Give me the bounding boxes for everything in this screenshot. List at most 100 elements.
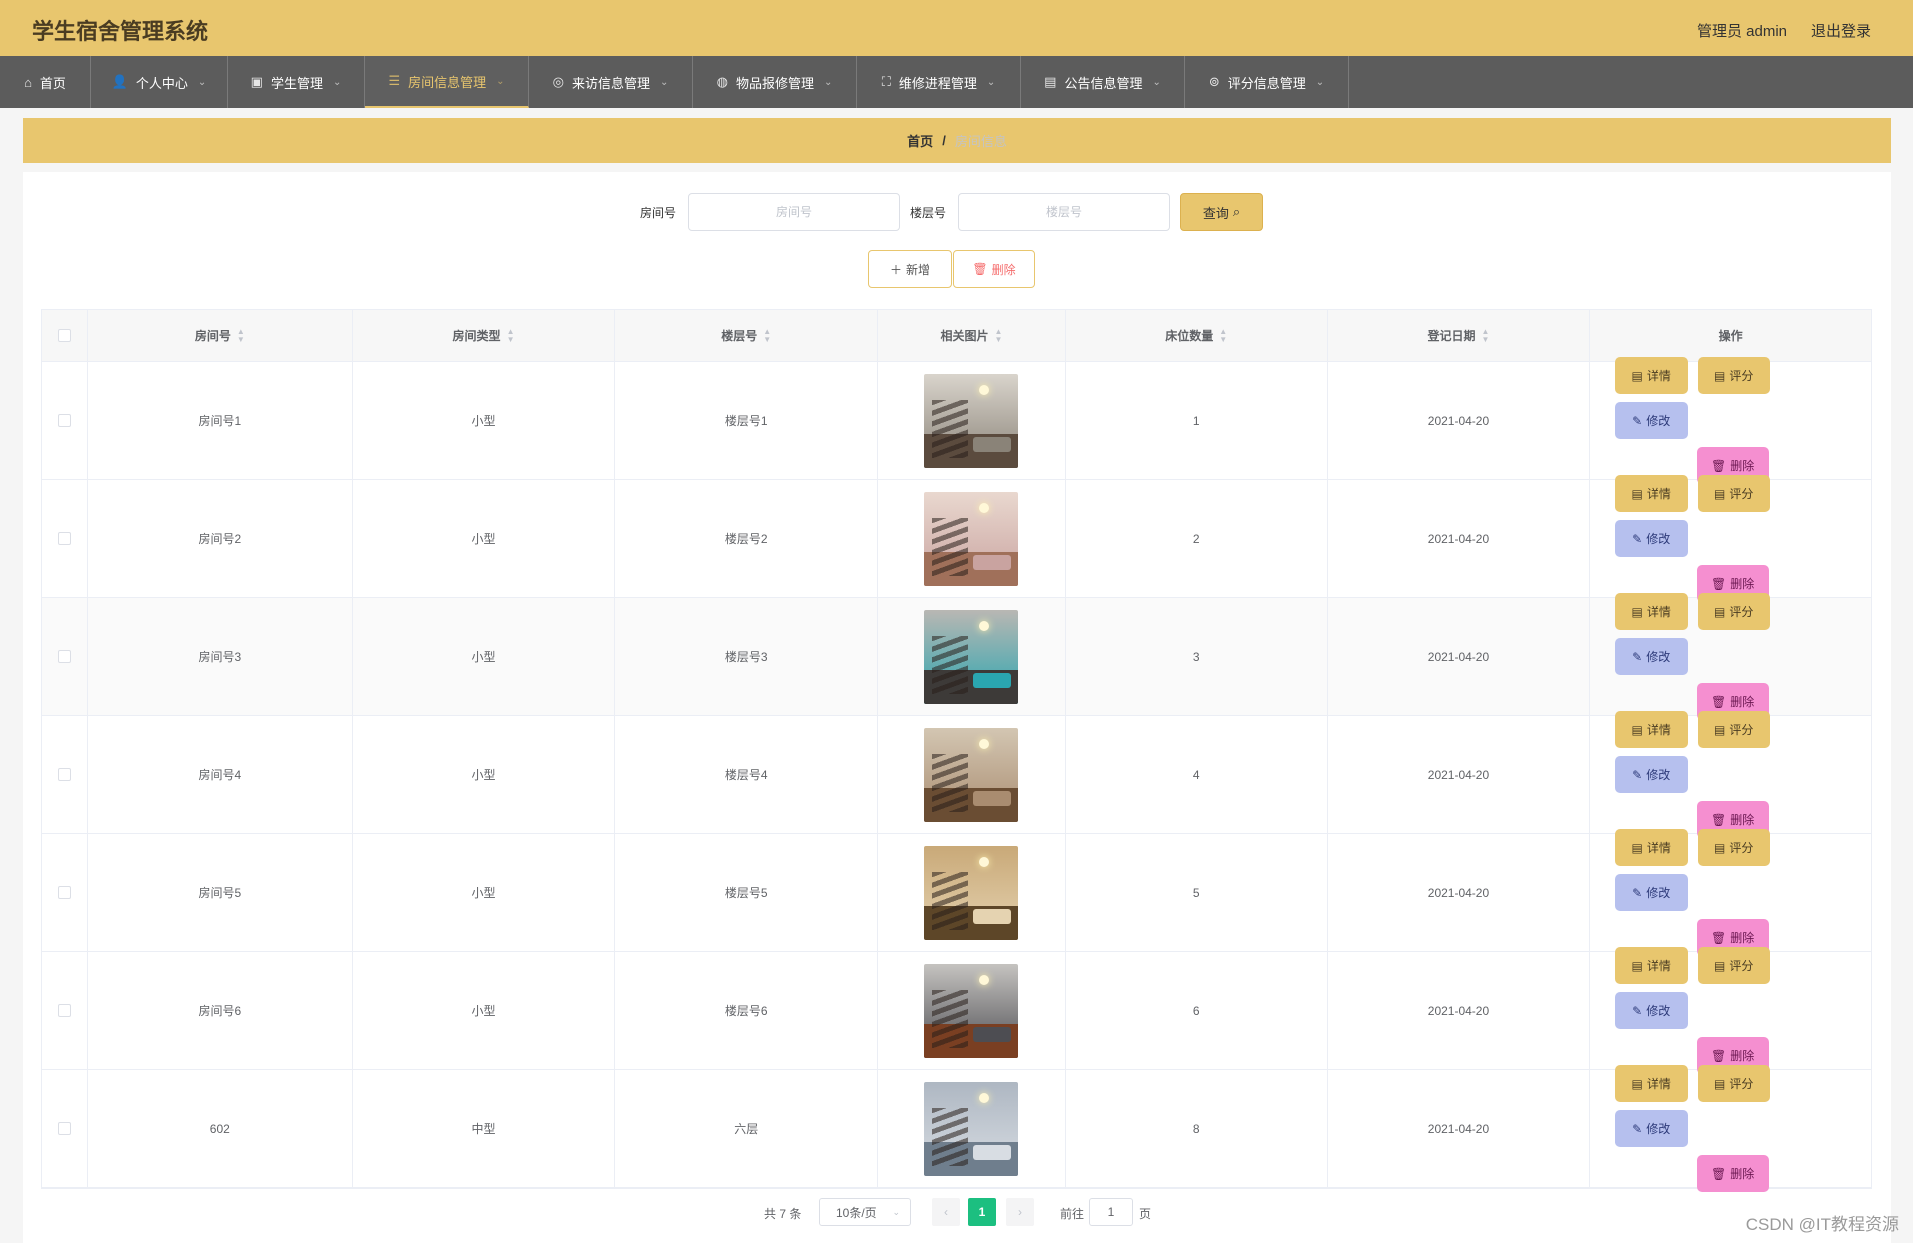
row-checkbox[interactable] xyxy=(57,1122,71,1135)
row-checkbox[interactable] xyxy=(57,532,71,545)
page-number-current[interactable]: 1 xyxy=(968,1198,996,1226)
detail-button[interactable]: ▤ 详情 xyxy=(1614,593,1688,630)
edit-button[interactable]: ✎ 修改 xyxy=(1614,1110,1688,1147)
detail-button[interactable]: ▤ 详情 xyxy=(1614,711,1688,748)
edit-button[interactable]: ✎ 修改 xyxy=(1614,992,1688,1029)
rate-button[interactable]: ▤ 评分 xyxy=(1697,829,1770,866)
sort-icon[interactable]: ▲ ▼ xyxy=(763,327,771,344)
nav-item[interactable]: ◎ 来访信息管理 ⌄ xyxy=(529,56,693,108)
detail-button[interactable]: ▤ 详情 xyxy=(1614,475,1688,512)
header-actions: 操作 xyxy=(1590,310,1871,361)
detail-button[interactable]: ▤ 详情 xyxy=(1614,1065,1688,1102)
header-label: 房间号 xyxy=(194,329,231,343)
detail-button[interactable]: ▤ 详情 xyxy=(1614,357,1688,394)
rate-button[interactable]: ▤ 评分 xyxy=(1697,947,1770,984)
floor-number-input[interactable] xyxy=(958,193,1170,231)
select-all-checkbox[interactable] xyxy=(57,329,71,342)
header-register-date[interactable]: 登记日期 ▲ ▼ xyxy=(1328,310,1591,361)
breadcrumb-home[interactable]: 首页 xyxy=(907,131,933,150)
header-image[interactable]: 相关图片 ▲ ▼ xyxy=(878,310,1066,361)
detail-label: 详情 xyxy=(1646,605,1671,619)
edit-button[interactable]: ✎ 修改 xyxy=(1614,756,1688,793)
image-cell xyxy=(878,598,1066,715)
sort-icon[interactable]: ▲ ▼ xyxy=(1219,327,1227,344)
register-date-cell: 2021-04-20 xyxy=(1328,480,1591,597)
rate-button[interactable]: ▤ 评分 xyxy=(1697,475,1770,512)
chevron-down-icon: ⌄ xyxy=(1152,76,1161,88)
image-cell xyxy=(878,362,1066,479)
logout-link[interactable]: 退出登录 xyxy=(1811,20,1871,41)
rate-button[interactable]: ▤ 评分 xyxy=(1697,357,1770,394)
room-number-cell: 房间号6 xyxy=(88,952,353,1069)
row-actions: ▤ 详情 ▤ 评分 ✎ 修改 🗑 删除 xyxy=(1611,829,1851,956)
image-cell xyxy=(878,834,1066,951)
actions-cell: ▤ 详情 ▤ 评分 ✎ 修改 🗑 删除 xyxy=(1590,357,1871,484)
document-icon: ▤ xyxy=(1713,1076,1726,1091)
nav-item[interactable]: ⛶ 维修进程管理 ⌄ xyxy=(857,56,1021,108)
sort-icon[interactable]: ▲ ▼ xyxy=(1482,327,1490,344)
plus-icon: ＋ xyxy=(889,262,902,277)
header-floor[interactable]: 楼层号 ▲ ▼ xyxy=(615,310,879,361)
document-icon: ▤ xyxy=(1631,486,1643,501)
image-cell xyxy=(878,716,1066,833)
main-nav: ⌂ 首页 👤 个人中心 ⌄ ▣ 学生管理 ⌄ ☰ 房间信息管理 ⌄ ◎ 来访信息管理 ⌄ ◍ 物品报修管理 ⌄ ⛶… xyxy=(0,56,1913,108)
header-room-number[interactable]: 房间号 ▲ ▼ xyxy=(88,310,353,361)
row-checkbox[interactable] xyxy=(57,768,71,781)
room-photo xyxy=(924,845,1019,940)
add-button[interactable]: ＋ 新增 xyxy=(868,250,952,288)
detail-button[interactable]: ▤ 详情 xyxy=(1614,829,1688,866)
detail-button[interactable]: ▤ 详情 xyxy=(1614,947,1688,984)
sort-icon[interactable]: ▲ ▼ xyxy=(237,327,245,344)
actions-cell: ▤ 详情 ▤ 评分 ✎ 修改 🗑 删除 xyxy=(1590,711,1871,838)
edit-button[interactable]: ✎ 修改 xyxy=(1614,638,1688,675)
room-photo xyxy=(924,373,1019,468)
goto-page-input[interactable] xyxy=(1089,1198,1133,1226)
floor-cell: 楼层号2 xyxy=(615,480,879,597)
detail-label: 详情 xyxy=(1646,841,1671,855)
nav-item[interactable]: ▣ 学生管理 ⌄ xyxy=(228,56,365,108)
query-label: 查询 xyxy=(1202,205,1229,221)
nav-item[interactable]: 👤 个人中心 ⌄ xyxy=(91,56,228,108)
nav-item[interactable]: ◍ 物品报修管理 ⌄ xyxy=(693,56,857,108)
rate-button[interactable]: ▤ 评分 xyxy=(1697,593,1770,630)
bed-count-cell: 5 xyxy=(1066,834,1328,951)
pagination: 共 7 条 10条/页 ⌄ ‹ 1 › 前往 页 xyxy=(23,1198,1891,1226)
header-bed-count[interactable]: 床位数量 ▲ ▼ xyxy=(1066,310,1328,361)
page-size-select[interactable]: 10条/页 ⌄ xyxy=(819,1198,911,1226)
actions-cell: ▤ 详情 ▤ 评分 ✎ 修改 🗑 删除 xyxy=(1590,947,1871,1074)
watermark: CSDN @IT教程资源 xyxy=(1745,1215,1899,1234)
next-page-button[interactable]: › xyxy=(1006,1198,1034,1226)
edit-icon: ✎ xyxy=(1632,531,1643,546)
table-row: 房间号3 小型 楼层号3 3 2021-04-20 ▤ 详情 ▤ 评分 ✎ 修改 🗑 删… xyxy=(42,593,1871,720)
row-checkbox[interactable] xyxy=(57,414,71,427)
nav-item[interactable]: ▤ 公告信息管理 ⌄ xyxy=(1021,56,1185,108)
bed-count-cell: 6 xyxy=(1066,952,1328,1069)
row-select-cell xyxy=(42,1070,88,1187)
query-button[interactable]: 查询 ⌕ xyxy=(1180,193,1263,231)
nav-item[interactable]: ⊚ 评分信息管理 ⌄ xyxy=(1185,56,1349,108)
rate-label: 评分 xyxy=(1729,723,1754,737)
sort-icon[interactable]: ▲ ▼ xyxy=(507,327,515,344)
edit-button[interactable]: ✎ 修改 xyxy=(1614,402,1688,439)
edit-button[interactable]: ✎ 修改 xyxy=(1614,874,1688,911)
row-checkbox[interactable] xyxy=(57,650,71,663)
edit-button[interactable]: ✎ 修改 xyxy=(1614,520,1688,557)
rate-label: 评分 xyxy=(1729,605,1754,619)
sort-icon[interactable]: ▲ ▼ xyxy=(995,327,1003,344)
floor-cell: 楼层号6 xyxy=(615,952,879,1069)
nav-item[interactable]: ⌂ 首页 xyxy=(0,56,91,108)
clipboard-icon: ▤ xyxy=(1044,74,1057,89)
nav-item[interactable]: ☰ 房间信息管理 ⌄ xyxy=(365,56,529,108)
rate-button[interactable]: ▤ 评分 xyxy=(1697,1065,1770,1102)
room-number-input[interactable] xyxy=(688,193,900,231)
row-checkbox[interactable] xyxy=(57,886,71,899)
prev-page-button[interactable]: ‹ xyxy=(932,1198,960,1226)
rate-button[interactable]: ▤ 评分 xyxy=(1697,711,1770,748)
batch-delete-button[interactable]: 🗑 删除 xyxy=(953,250,1035,288)
bed-count-cell: 3 xyxy=(1066,598,1328,715)
trash-icon: 🗑 xyxy=(972,262,988,276)
header-room-type[interactable]: 房间类型 ▲ ▼ xyxy=(353,310,616,361)
row-checkbox[interactable] xyxy=(57,1004,71,1017)
delete-button[interactable]: 🗑 删除 xyxy=(1696,1155,1769,1192)
edit-label: 修改 xyxy=(1646,768,1671,782)
